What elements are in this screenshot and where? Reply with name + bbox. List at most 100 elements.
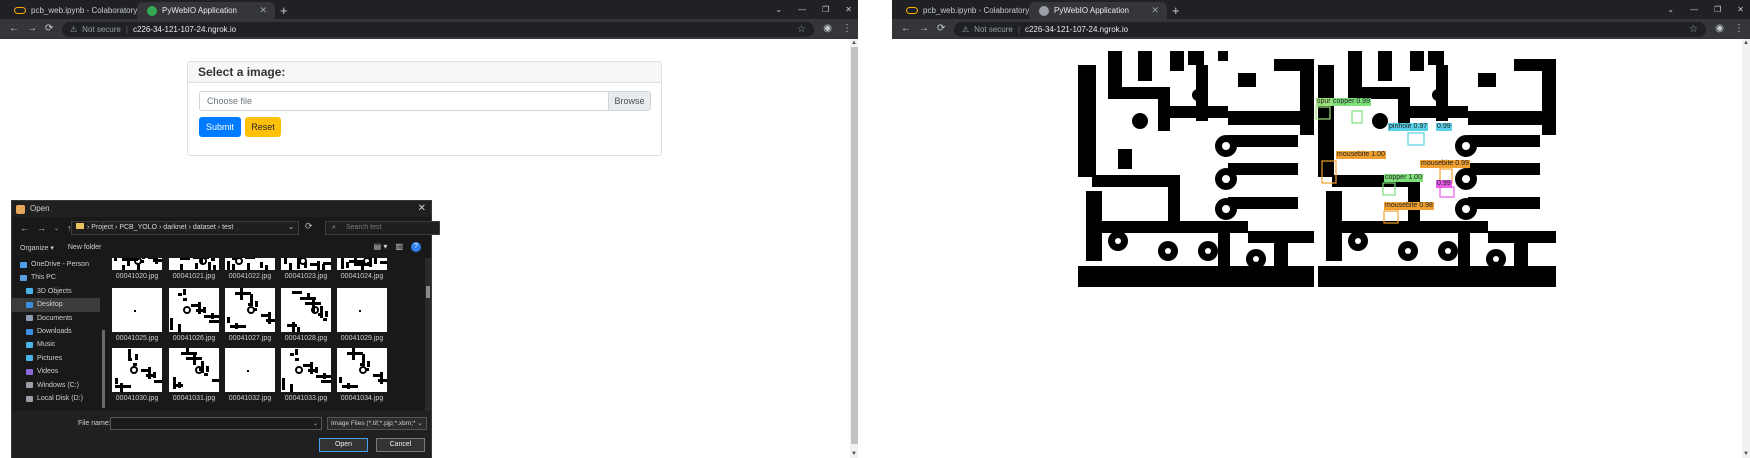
file-name-input[interactable]: ⌄ xyxy=(110,417,322,430)
back-icon[interactable]: ← xyxy=(20,223,29,233)
minimize-icon[interactable]: — xyxy=(798,1,806,18)
restore-icon[interactable]: ❐ xyxy=(1714,1,1721,18)
submit-button[interactable]: Submit xyxy=(199,117,241,137)
view-icon[interactable]: ▤ ▾ xyxy=(374,242,388,252)
page-scrollbar[interactable]: ▲ ▼ xyxy=(1742,39,1750,458)
tab-label: pcb_web.ipynb - Colaboratory xyxy=(923,6,1030,15)
forward-icon[interactable]: → xyxy=(37,223,46,233)
search-input[interactable]: ⌕ Search test xyxy=(325,221,440,235)
new-tab-button[interactable]: + xyxy=(280,2,288,19)
chevron-down-icon[interactable]: ⌄ xyxy=(288,222,294,234)
file-thumbnail xyxy=(112,348,162,392)
close-window-icon[interactable]: ✕ xyxy=(1737,1,1744,18)
file-item[interactable]: 00041024.jpg xyxy=(337,258,387,280)
detection-label: copper 0.99 xyxy=(1332,98,1371,106)
reset-button[interactable]: Reset xyxy=(245,117,281,137)
forward-icon[interactable]: → xyxy=(27,22,37,36)
star-icon[interactable]: ☆ xyxy=(797,24,806,35)
sidebar-item[interactable]: Documents xyxy=(12,312,100,325)
file-thumbnail xyxy=(225,258,275,270)
new-tab-button[interactable]: + xyxy=(1172,2,1180,19)
breadcrumb-item[interactable]: darknet xyxy=(163,224,186,231)
sidebar-item[interactable]: Pictures xyxy=(12,352,100,365)
breadcrumb-item[interactable]: Project xyxy=(91,224,113,231)
file-name: 00041029.jpg xyxy=(340,335,384,342)
close-window-icon[interactable]: ✕ xyxy=(845,1,852,18)
new-folder-button[interactable]: New folder xyxy=(68,244,101,251)
file-item[interactable]: 00041028.jpg xyxy=(281,288,331,342)
file-input[interactable]: Choose file Browse xyxy=(199,91,651,111)
profile-icon[interactable]: ◉ xyxy=(823,22,832,36)
chevron-down-icon[interactable]: ⌄ xyxy=(313,418,318,430)
help-icon[interactable]: ? xyxy=(411,242,421,252)
file-item[interactable]: 00041023.jpg xyxy=(281,258,331,280)
back-icon[interactable]: ← xyxy=(901,22,911,36)
sidebar-item-label: 3D Objects xyxy=(37,287,72,295)
file-item[interactable]: 00041021.jpg xyxy=(169,258,219,280)
address-bar[interactable]: ⚠ Not secure | c226-34-121-107-24.ngrok.… xyxy=(954,22,1706,37)
file-item[interactable]: 00041027.jpg xyxy=(225,288,275,342)
toolbar-right: ◉ ⋮ xyxy=(823,22,852,36)
sidebar-item[interactable]: This PC xyxy=(12,271,100,284)
sidebar-item[interactable]: 3D Objects xyxy=(12,285,100,298)
chevron-down-icon[interactable]: ⌄ xyxy=(1667,1,1674,18)
file-item[interactable]: 00041032.jpg xyxy=(225,348,275,402)
file-type-select[interactable]: Image Files (*.tif;*.pjp;*.xbm;*.jxl ⌄ xyxy=(327,417,427,430)
file-item[interactable]: 00041030.jpg xyxy=(112,348,162,402)
file-item[interactable]: 00041033.jpg xyxy=(281,348,331,402)
file-item[interactable]: 00041031.jpg xyxy=(169,348,219,402)
cancel-button[interactable]: Cancel xyxy=(376,438,425,452)
tab-pywebio[interactable]: PyWebIO Application ✕ xyxy=(137,2,275,19)
sidebar-item[interactable]: Local Disk (D:) xyxy=(12,392,100,405)
sidebar-item[interactable]: Downloads xyxy=(12,325,100,338)
close-icon[interactable]: ✕ xyxy=(418,201,426,217)
file-grid-scrollbar[interactable] xyxy=(425,258,431,413)
address-bar[interactable]: ⚠ Not secure | c226-34-121-107-24.ngrok.… xyxy=(62,22,814,37)
file-name-label: File name: xyxy=(78,420,111,427)
forward-icon[interactable]: → xyxy=(919,22,929,36)
tab-pywebio[interactable]: PyWebIO Application ✕ xyxy=(1029,2,1167,19)
reload-icon[interactable]: ⟳ xyxy=(45,22,53,36)
restore-icon[interactable]: ❐ xyxy=(822,1,829,18)
profile-icon[interactable]: ◉ xyxy=(1715,22,1724,36)
open-button[interactable]: Open xyxy=(319,438,368,452)
organize-button[interactable]: Organize ▾ xyxy=(20,244,54,252)
music-icon xyxy=(26,342,33,349)
chevron-down-icon[interactable]: ⌄ xyxy=(54,225,59,232)
sidebar-item[interactable]: Music xyxy=(12,338,100,351)
chevron-down-icon[interactable]: ⌄ xyxy=(775,1,782,18)
file-item[interactable]: 00041025.jpg xyxy=(112,288,162,342)
sidebar-item[interactable]: Windows (C:) xyxy=(12,379,100,392)
detection-label: pinhole 0.97 xyxy=(1388,123,1429,131)
preview-pane-icon[interactable]: ▥ xyxy=(395,242,403,252)
menu-icon[interactable]: ⋮ xyxy=(842,22,852,36)
back-icon[interactable]: ← xyxy=(9,22,19,36)
open-file-dialog: Open ✕ ← → ⌄ ↑ › Project › PCB_YOLO › da… xyxy=(11,200,440,458)
scrollbar-thumb[interactable] xyxy=(851,47,858,444)
minimize-icon[interactable]: — xyxy=(1690,1,1698,18)
file-item[interactable]: 00041029.jpg xyxy=(337,288,387,342)
file-item[interactable]: 00041034.jpg xyxy=(337,348,387,402)
sidebar-item[interactable]: Videos xyxy=(12,365,100,378)
reload-icon[interactable]: ⟳ xyxy=(937,22,945,36)
sidebar-item[interactable]: OneDrive - Person xyxy=(12,258,100,271)
browse-button[interactable]: Browse xyxy=(608,92,650,110)
page-scrollbar[interactable]: ▲ ▼ xyxy=(850,39,858,458)
star-icon[interactable]: ☆ xyxy=(1689,24,1698,35)
close-tab-icon[interactable]: ✕ xyxy=(259,5,267,16)
navigation-pane: OneDrive - Person This PC 3D Objects Deskto… xyxy=(12,258,100,411)
file-item[interactable]: 00041026.jpg xyxy=(169,288,219,342)
sidebar-item-label: Music xyxy=(37,341,56,349)
breadcrumb-item[interactable]: dataset xyxy=(193,224,216,231)
breadcrumb-item[interactable]: PCB_YOLO xyxy=(119,224,157,231)
url-text: c226-34-121-107-24.ngrok.io xyxy=(1024,25,1129,34)
navigation-scrollbar[interactable] xyxy=(101,258,106,411)
breadcrumb-item[interactable]: test xyxy=(222,224,233,231)
menu-icon[interactable]: ⋮ xyxy=(1734,22,1744,36)
sidebar-item[interactable]: Desktop xyxy=(12,298,100,312)
file-item[interactable]: 00041022.jpg xyxy=(225,258,275,280)
breadcrumb[interactable]: › Project › PCB_YOLO › darknet › dataset… xyxy=(71,221,299,235)
refresh-icon[interactable]: ⟳ xyxy=(305,221,313,232)
file-item[interactable]: 00041020.jpg xyxy=(112,258,162,280)
close-tab-icon[interactable]: ✕ xyxy=(1151,5,1159,16)
